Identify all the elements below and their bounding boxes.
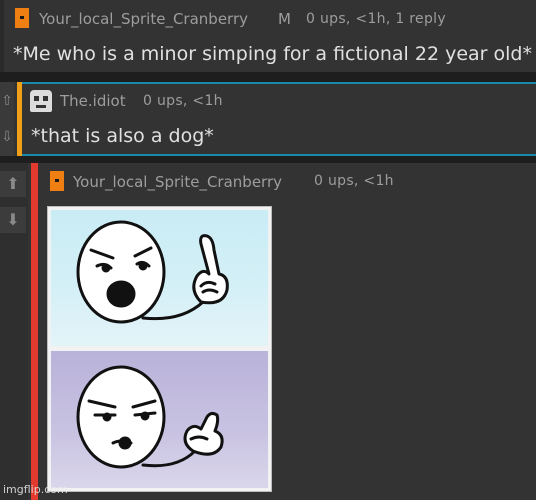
comment-meta: 0 ups, <1h, 1 reply: [306, 11, 446, 27]
mod-badge: M: [278, 10, 291, 28]
comment-1: Your_local_Sprite_Cranberry M 0 ups, <1h…: [0, 0, 536, 72]
highlight-border: [22, 154, 536, 156]
downvote-icon[interactable]: ⇩: [0, 130, 14, 144]
comment-meta: 0 ups, <1h: [314, 173, 394, 189]
reply-stripe: [17, 82, 22, 156]
skull-avatar-icon[interactable]: [30, 90, 52, 112]
thread-stripe: [31, 163, 38, 500]
comment-meta: 0 ups, <1h: [143, 93, 223, 109]
meme-panel-top: [51, 210, 268, 346]
avatar-icon[interactable]: [15, 8, 29, 28]
comment-author[interactable]: Your_local_Sprite_Cranberry: [73, 173, 282, 191]
comment-author[interactable]: The.idiot: [60, 92, 126, 110]
upvote-icon[interactable]: ⇧: [0, 94, 14, 108]
meme-image[interactable]: [47, 206, 272, 492]
imgflip-watermark: imgflip.com: [3, 483, 68, 496]
comment-2: ⇧ ⇩ The.idiot 0 ups, <1h *that is also a…: [0, 82, 536, 156]
comment-text: *that is also a dog*: [31, 125, 214, 147]
vote-column: ⇧ ⇩: [0, 82, 14, 156]
upvote-icon[interactable]: ⬆: [0, 171, 26, 197]
comment-author[interactable]: Your_local_Sprite_Cranberry: [39, 10, 248, 28]
stickman-thinking-icon: [76, 365, 224, 469]
thread-indent: [0, 0, 4, 72]
meme-panel-bottom: [51, 351, 268, 488]
avatar-icon[interactable]: [50, 171, 64, 191]
highlight-border: [22, 82, 536, 84]
stickman-raised-finger-icon: [76, 220, 229, 324]
comment-text: *Me who is a minor simping for a fiction…: [13, 43, 532, 65]
downvote-icon[interactable]: ⬇: [0, 207, 26, 233]
